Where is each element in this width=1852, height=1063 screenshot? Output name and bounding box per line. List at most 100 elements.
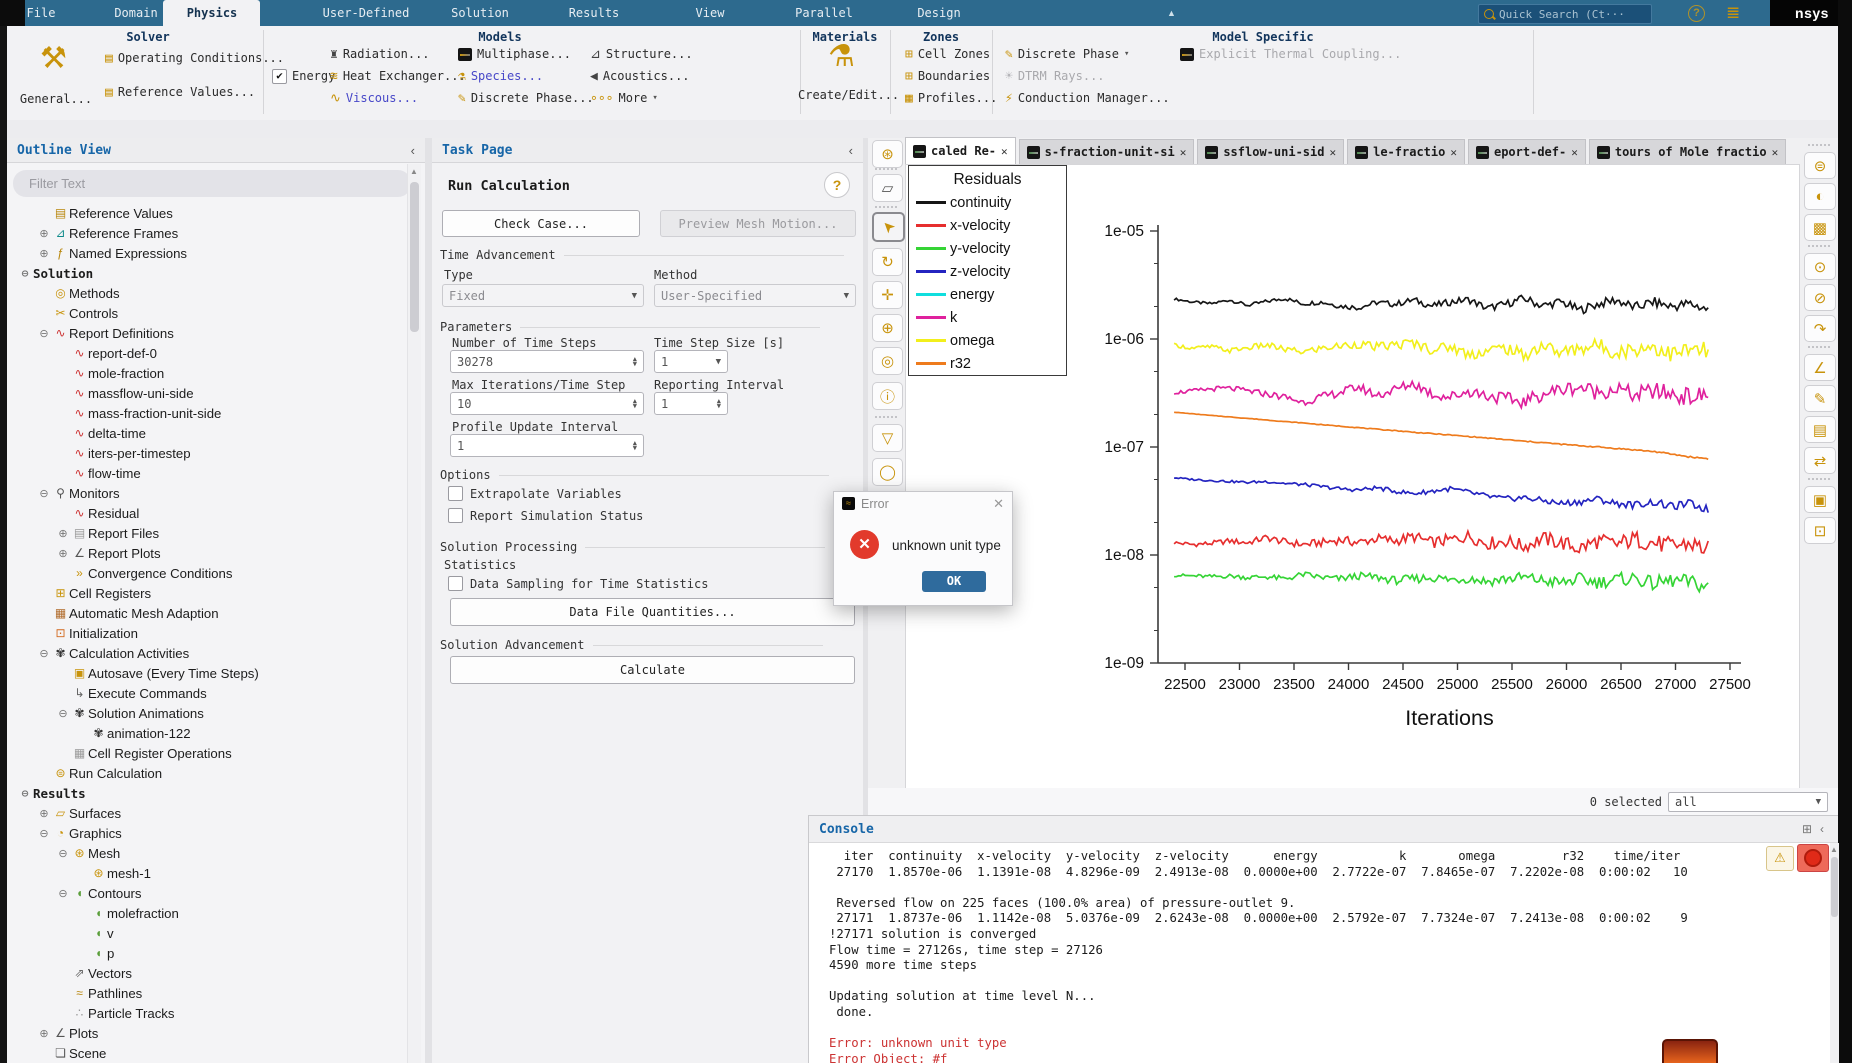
ribbon-item-boundaries[interactable]: ⊞Boundaries	[905, 68, 990, 84]
mesh-overlay-icon[interactable]: ▩	[1804, 214, 1836, 241]
tree-item-p[interactable]: ◖p	[7, 943, 407, 963]
ribbon-item-multiphase-[interactable]: Multiphase...	[458, 46, 571, 62]
console-scrollbar[interactable]: ▲	[1830, 843, 1839, 1063]
expander-icon[interactable]: ⊖	[17, 267, 33, 280]
general-settings-icon[interactable]: ⚒	[40, 42, 67, 76]
ribbon-item-species-[interactable]: ⚗Species...	[458, 68, 543, 84]
tree-item-particle-tracks[interactable]: ∴Particle Tracks	[7, 1003, 407, 1023]
close-icon[interactable]: ✕	[1329, 146, 1336, 159]
copy-view-icon[interactable]: ▣	[1804, 486, 1836, 513]
graphics-tab-ssflow-uni-sid[interactable]: ssflow-uni-sid✕	[1197, 139, 1344, 164]
hide-icon[interactable]: ⊘	[1804, 284, 1836, 311]
tree-item-results[interactable]: ⊖Results	[7, 783, 407, 803]
tree-item-reference-values[interactable]: ▤Reference Values	[7, 203, 407, 223]
tree-item-report-files[interactable]: ⊕▤Report Files	[7, 523, 407, 543]
magnifier-icon[interactable]: ◎	[872, 347, 903, 375]
pan-view-icon[interactable]: ✛	[872, 281, 903, 309]
zoom-box-icon[interactable]: ⊕	[872, 314, 903, 342]
menu-item-parallel[interactable]: Parallel	[795, 0, 853, 26]
ribbon-item-operating-conditions-[interactable]: ▤Operating Conditions...	[105, 50, 284, 66]
tree-item-cell-registers[interactable]: ⊞Cell Registers	[7, 583, 407, 603]
task-collapse-icon[interactable]: ‹	[849, 143, 853, 158]
menu-item-view[interactable]: View	[696, 0, 725, 26]
calculate-button[interactable]: Calculate	[450, 656, 855, 684]
tree-item-massflow-uni-side[interactable]: ∿massflow-uni-side	[7, 383, 407, 403]
tree-item-contours[interactable]: ⊖◖Contours	[7, 883, 407, 903]
ribbon-item-acoustics-[interactable]: ◀Acoustics...	[590, 68, 690, 84]
data-file-quantities-button[interactable]: Data File Quantities...	[450, 598, 855, 626]
tree-item-methods[interactable]: ◎Methods	[7, 283, 407, 303]
menu-item-design[interactable]: Design	[917, 0, 960, 26]
close-icon[interactable]: ✕	[1001, 145, 1008, 158]
ribbon-item-radiation-[interactable]: ♜Radiation...	[330, 46, 430, 62]
expander-icon[interactable]: ⊖	[17, 787, 33, 800]
tree-item-autosave-every-time-steps-[interactable]: ▣Autosave (Every Time Steps)	[7, 663, 407, 683]
selection-filter-dropdown[interactable]: all▼	[1668, 792, 1828, 812]
create-edit-materials-icon[interactable]: ⚗	[828, 40, 855, 74]
graphics-tab-eport-def-[interactable]: eport-def-✕	[1468, 139, 1586, 164]
help-icon[interactable]: ?	[1688, 5, 1705, 22]
chevron-down-icon[interactable]: ▾	[1124, 49, 1129, 59]
snapshot-icon[interactable]: ⊡	[1804, 517, 1836, 544]
tree-item-mesh-1[interactable]: ⊛mesh-1	[7, 863, 407, 883]
ribbon-item-discrete-phase-[interactable]: ✎Discrete Phase...	[458, 90, 594, 106]
num-steps-input[interactable]: 30278▲▼	[450, 350, 644, 373]
chevron-down-icon[interactable]: ▾	[652, 93, 657, 103]
mesh-display-icon[interactable]: ⊛	[872, 140, 903, 168]
scroll-thumb[interactable]	[410, 182, 419, 332]
close-icon[interactable]: ✕	[1450, 146, 1457, 159]
ribbon-item-discrete-phase[interactable]: ✎Discrete Phase ▾	[1005, 46, 1129, 62]
ribbon-item-reference-values-[interactable]: ▤Reference Values...	[105, 84, 255, 100]
tree-item-report-definitions[interactable]: ⊖∿Report Definitions	[7, 323, 407, 343]
tree-item-initialization[interactable]: ⊡Initialization	[7, 623, 407, 643]
method-dropdown[interactable]: User-Specified▼	[654, 284, 856, 307]
tree-item-mesh[interactable]: ⊖⊛Mesh	[7, 843, 407, 863]
expander-icon[interactable]: ⊖	[36, 487, 52, 500]
tree-item-vectors[interactable]: ⇗Vectors	[7, 963, 407, 983]
menu-item-user-defined[interactable]: User-Defined	[323, 0, 410, 26]
tree-item-cell-register-operations[interactable]: ▦Cell Register Operations	[7, 743, 407, 763]
warning-button[interactable]: ⚠	[1766, 846, 1794, 871]
graphics-tab-tours-of-mole-fractio[interactable]: tours of Mole fractio✕	[1589, 139, 1786, 164]
expander-icon[interactable]: ⊖	[55, 707, 71, 720]
filter-input[interactable]: Filter Text	[13, 170, 411, 197]
show-icon[interactable]: ⊙	[1804, 253, 1836, 280]
tree-item-plots[interactable]: ⊕∠Plots	[7, 1023, 407, 1043]
graphics-tab-le-fractio[interactable]: le-fractio✕	[1347, 139, 1465, 164]
help-button[interactable]: ?	[824, 172, 850, 198]
close-icon[interactable]: ✕	[993, 496, 1004, 512]
ribbon-item-profiles-[interactable]: ▦Profiles...	[905, 90, 997, 106]
tree-item-molefraction[interactable]: ◖molefraction	[7, 903, 407, 923]
expander-icon[interactable]: ⊖	[36, 827, 52, 840]
menu-item-file[interactable]: File	[27, 0, 56, 26]
close-icon[interactable]: ✕	[1772, 146, 1779, 159]
ribbon-item-more[interactable]: ∘∘∘More ▾	[590, 90, 658, 106]
console-collapse-icon[interactable]: ‹	[1820, 822, 1824, 836]
quick-search[interactable]: Quick Search (Ct···	[1478, 4, 1652, 24]
tree-item-report-def-0[interactable]: ∿report-def-0	[7, 343, 407, 363]
zoom-fit-icon[interactable]: ◯	[872, 458, 903, 486]
ok-button[interactable]: OK	[922, 571, 986, 592]
tree-item-pathlines[interactable]: ≈Pathlines	[7, 983, 407, 1003]
notes-icon[interactable]: ▤	[1804, 416, 1836, 443]
menu-item-solution[interactable]: Solution	[451, 0, 509, 26]
info-icon[interactable]: ⓘ	[872, 382, 903, 410]
tree-item-convergence-conditions[interactable]: »Convergence Conditions	[7, 563, 407, 583]
type-dropdown[interactable]: Fixed▼	[442, 284, 644, 307]
annotate-icon[interactable]: ✎	[1804, 385, 1836, 412]
tree-item-monitors[interactable]: ⊖⚲Monitors	[7, 483, 407, 503]
expander-icon[interactable]: ⊕	[55, 547, 71, 560]
expander-icon[interactable]: ⊕	[36, 247, 52, 260]
data-sampling-checkbox[interactable]: Data Sampling for Time Statistics	[448, 576, 708, 591]
tree-item-graphics[interactable]: ⊖◔Graphics	[7, 823, 407, 843]
pointer-select-icon[interactable]: ➤	[872, 212, 905, 242]
profile-interval-input[interactable]: 1▲▼	[450, 434, 644, 457]
tree-item-scene[interactable]: ❏Scene	[7, 1043, 407, 1063]
detach-icon[interactable]: ⊞	[1802, 822, 1812, 836]
graphics-tab-s-fraction-unit-si[interactable]: s-fraction-unit-si✕	[1019, 139, 1195, 164]
tree-item-flow-time[interactable]: ∿flow-time	[7, 463, 407, 483]
expander-icon[interactable]: ⊕	[55, 527, 71, 540]
filter-pyramid-icon[interactable]: ▽	[872, 424, 903, 452]
tree-item-solution-animations[interactable]: ⊖✾Solution Animations	[7, 703, 407, 723]
ribbon-item-cell-zones[interactable]: ⊞Cell Zones	[905, 46, 990, 62]
